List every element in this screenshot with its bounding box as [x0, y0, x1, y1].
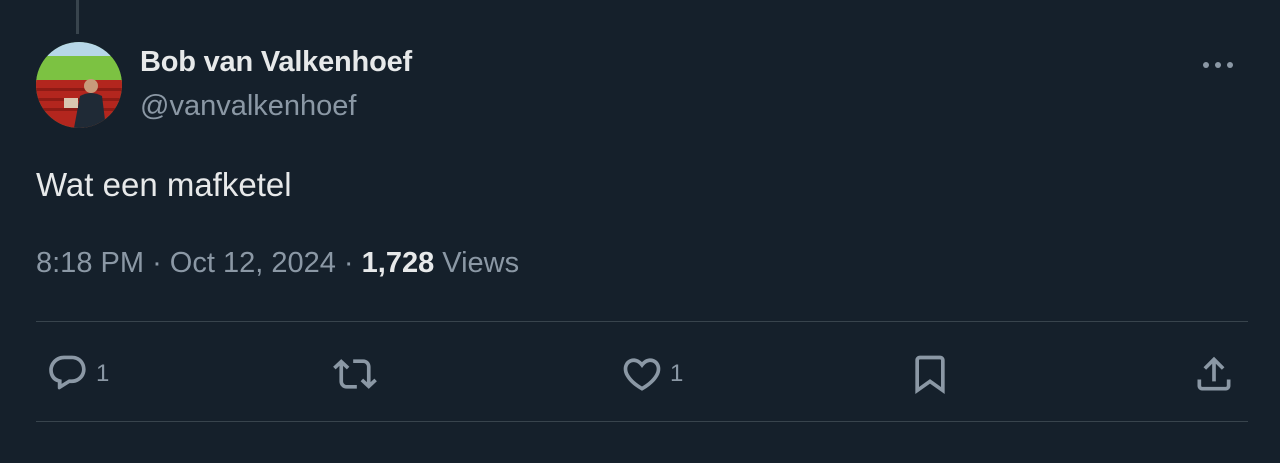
retweet-icon: [333, 359, 377, 389]
heart-icon: [623, 358, 661, 391]
share-button[interactable]: [1192, 352, 1236, 396]
avatar-image: [36, 42, 122, 128]
tweet-date[interactable]: Oct 12, 2024: [170, 247, 336, 279]
more-dots-icon: [1203, 62, 1233, 68]
meta-separator: ·: [343, 247, 354, 279]
bookmark-icon: [915, 355, 945, 395]
author-display-name[interactable]: Bob van Valkenhoef: [140, 46, 412, 79]
bookmark-button[interactable]: [908, 352, 952, 396]
divider: [36, 421, 1248, 422]
reply-count: 1: [96, 360, 110, 387]
views-count: 1,728: [361, 247, 435, 279]
tweet-meta: 8:18 PM · Oct 12, 2024 · 1,728 Views: [36, 247, 519, 280]
avatar[interactable]: [36, 42, 122, 128]
retweet-button[interactable]: [332, 352, 378, 396]
share-icon: [1197, 356, 1231, 391]
meta-separator: ·: [152, 247, 162, 279]
reply-icon: [49, 355, 86, 390]
tweet-text: Wat een mafketel: [36, 166, 292, 203]
thread-connector-line: [76, 0, 79, 34]
more-options-button[interactable]: [1198, 50, 1238, 80]
like-count: 1: [670, 360, 684, 387]
views-label: Views: [442, 247, 520, 279]
divider: [36, 321, 1248, 322]
author-handle[interactable]: @vanvalkenhoef: [140, 90, 356, 123]
reply-button[interactable]: 1: [46, 352, 109, 396]
tweet-time[interactable]: 8:18 PM: [36, 247, 144, 279]
like-button[interactable]: 1: [620, 352, 683, 396]
